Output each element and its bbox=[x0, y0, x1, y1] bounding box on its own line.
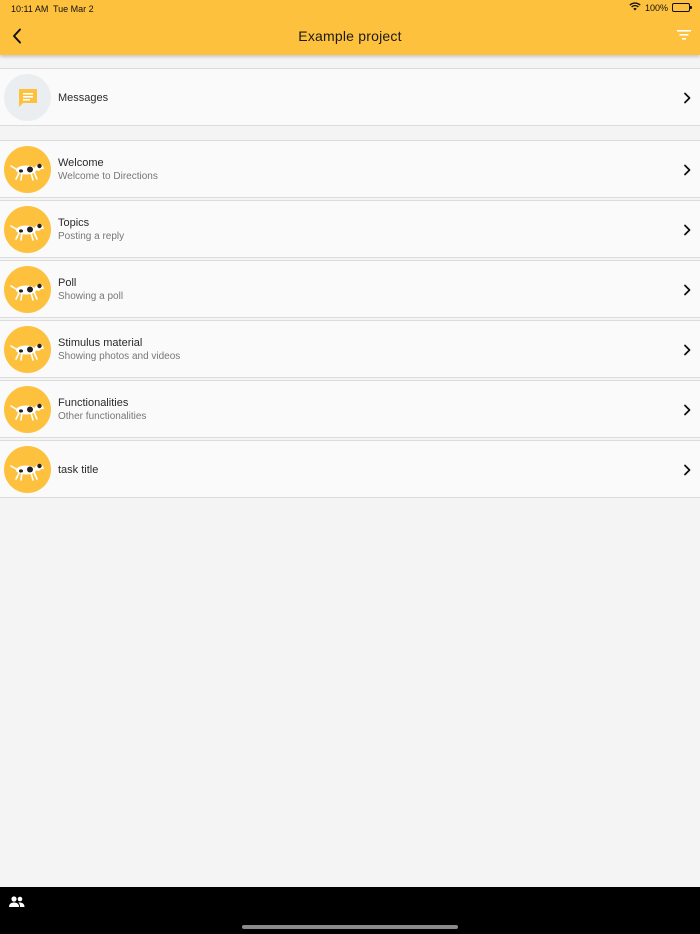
task-title: task title bbox=[58, 464, 99, 476]
chevron-right-icon bbox=[684, 224, 691, 236]
status-date: Tue Mar 2 bbox=[53, 4, 94, 14]
task-title: Topics bbox=[58, 217, 90, 229]
back-button[interactable] bbox=[8, 26, 26, 46]
task-title: Functionalities bbox=[58, 397, 129, 409]
task-subtitle: Showing photos and videos bbox=[58, 351, 181, 362]
chevron-right-icon bbox=[684, 164, 691, 176]
page-title: Example project bbox=[298, 28, 402, 44]
task-row[interactable]: Topics Posting a reply bbox=[0, 200, 700, 258]
chat-bubble-icon bbox=[18, 88, 37, 107]
task-row[interactable]: Functionalities Other functionalities bbox=[0, 380, 700, 438]
dog-icon bbox=[10, 223, 44, 241]
dog-icon bbox=[10, 163, 44, 181]
task-avatar bbox=[4, 266, 51, 313]
task-title: Welcome bbox=[58, 157, 104, 169]
task-avatar bbox=[4, 446, 51, 493]
task-list: Welcome Welcome to Directions Topics Postin… bbox=[0, 140, 700, 500]
task-title: Poll bbox=[58, 277, 77, 289]
messages-section: Messages bbox=[0, 68, 700, 128]
dog-icon bbox=[10, 343, 44, 361]
status-right: 100% bbox=[629, 2, 692, 13]
wifi-icon bbox=[629, 2, 641, 13]
task-subtitle: Showing a poll bbox=[58, 291, 124, 302]
task-row[interactable]: Poll Showing a poll bbox=[0, 260, 700, 318]
chevron-right-icon bbox=[684, 92, 691, 104]
task-avatar bbox=[4, 326, 51, 373]
status-bar: 10:11 AM Tue Mar 2 100% bbox=[0, 0, 700, 16]
messages-row[interactable]: Messages bbox=[0, 68, 700, 126]
status-time: 10:11 AM bbox=[11, 4, 49, 14]
filter-icon bbox=[677, 30, 691, 40]
chevron-right-icon bbox=[684, 404, 691, 416]
people-button[interactable] bbox=[8, 895, 26, 909]
home-indicator bbox=[242, 925, 458, 929]
task-subtitle: Posting a reply bbox=[58, 231, 125, 242]
chevron-right-icon bbox=[684, 284, 691, 296]
chevron-right-icon bbox=[684, 344, 691, 356]
people-icon bbox=[9, 896, 25, 907]
bottom-bar bbox=[0, 887, 700, 934]
task-subtitle: Welcome to Directions bbox=[58, 171, 158, 182]
battery-icon bbox=[672, 3, 692, 12]
dog-icon bbox=[10, 463, 44, 481]
chevron-right-icon bbox=[684, 464, 691, 476]
messages-label: Messages bbox=[58, 92, 109, 104]
task-subtitle: Other functionalities bbox=[58, 411, 147, 422]
task-row[interactable]: task title bbox=[0, 440, 700, 498]
messages-avatar bbox=[4, 74, 51, 121]
task-row[interactable]: Welcome Welcome to Directions bbox=[0, 140, 700, 198]
filter-button[interactable] bbox=[676, 28, 692, 42]
task-title: Stimulus material bbox=[58, 337, 143, 349]
battery-percent: 100% bbox=[644, 2, 668, 13]
dog-icon bbox=[10, 283, 44, 301]
task-row[interactable]: Stimulus material Showing photos and vide… bbox=[0, 320, 700, 378]
dog-icon bbox=[10, 403, 44, 421]
task-avatar bbox=[4, 146, 51, 193]
task-avatar bbox=[4, 386, 51, 433]
app-header: 10:11 AM Tue Mar 2 100% Example project bbox=[0, 0, 700, 55]
chevron-left-icon bbox=[13, 28, 21, 44]
task-avatar bbox=[4, 206, 51, 253]
